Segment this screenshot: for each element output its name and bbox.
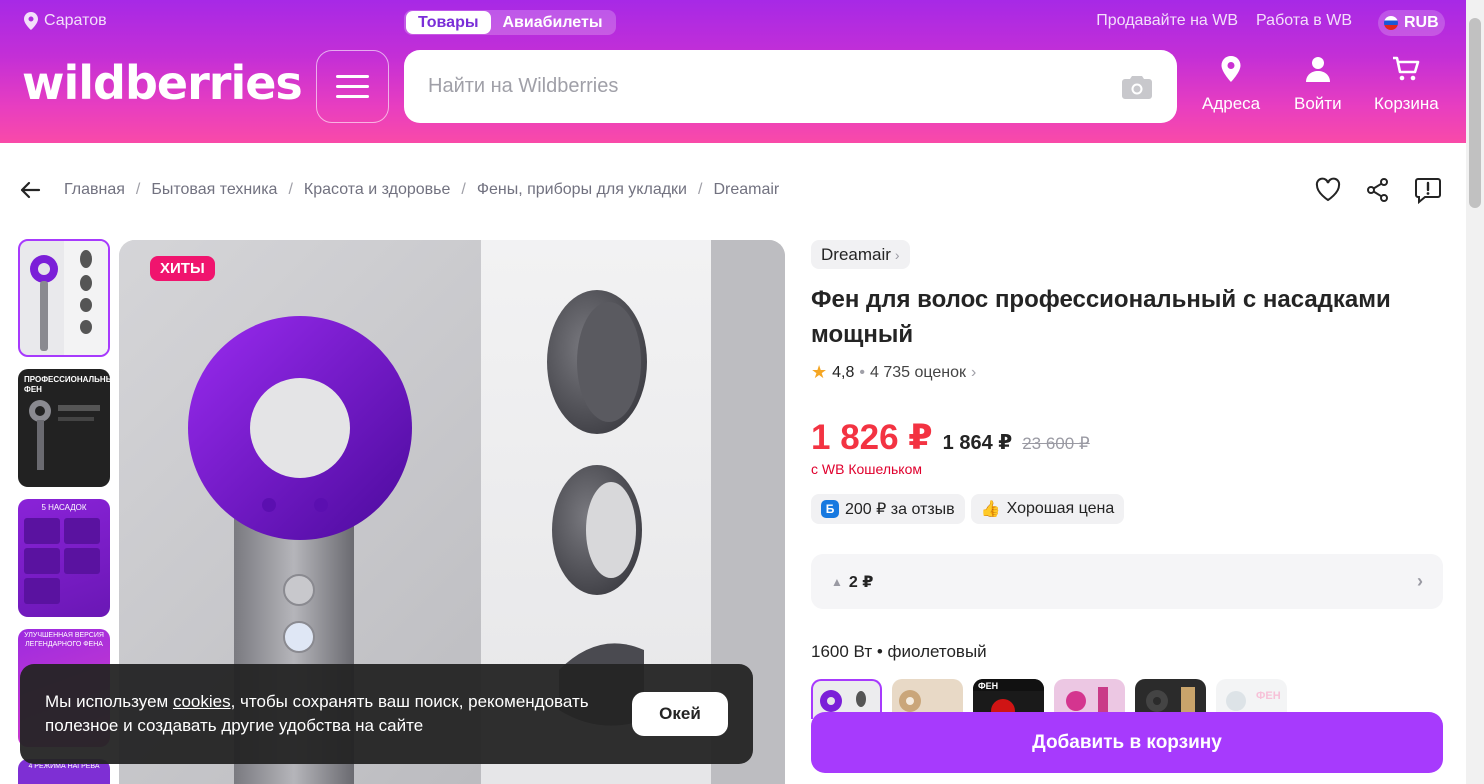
location-label: Саратов (44, 12, 107, 29)
thumb-caption: УЛУЧШЕННАЯ ВЕРСИЯ ЛЕГЕНДАРНОГО ФЕНА (24, 632, 104, 648)
breadcrumb-item[interactable]: Фены, приборы для укладки (477, 181, 687, 199)
search-bar (404, 50, 1177, 123)
gallery-thumbnail[interactable]: ПРОФЕССИОНАЛЬНЫЙ ФЕН (18, 369, 110, 487)
chevron-right-icon: › (894, 246, 900, 263)
cart-icon (1393, 56, 1420, 81)
brand-name: Dreamair (821, 244, 891, 264)
product-rating[interactable]: ★ 4,8 • 4 735 оценок › (811, 362, 976, 383)
add-to-cart-button[interactable]: Добавить в корзину (811, 712, 1443, 773)
hit-badge: ХИТЫ (150, 256, 215, 281)
gallery-thumbnail[interactable]: 5 НАСАДОК (18, 499, 110, 617)
product-chips: Б 200 ₽ за отзыв 👍 Хорошая цена (811, 494, 1125, 524)
review-bonus-text: 200 ₽ за отзыв (845, 501, 955, 518)
star-icon: ★ (811, 362, 828, 382)
breadcrumb-separator: / (135, 181, 141, 198)
menu-button[interactable] (316, 50, 389, 123)
breadcrumb: Главная / Бытовая техника / Красота и зд… (18, 178, 779, 202)
back-arrow-icon[interactable] (18, 178, 42, 202)
chevron-right-icon: › (1417, 571, 1423, 591)
cookies-link[interactable]: cookies (173, 692, 231, 711)
price-change: 2 ₽ (848, 573, 874, 591)
svg-text:ФЕН: ФЕН (1256, 690, 1281, 702)
wallet-price: 1 826 ₽ (811, 418, 933, 457)
cookie-banner: Мы используем cookies, чтобы сохранять в… (20, 664, 753, 764)
cart-label: Корзина (1374, 94, 1439, 113)
hair-dryer-thumb-image (29, 400, 100, 470)
variant-label: 1600 Вт • фиолетовый (811, 642, 987, 661)
breadcrumb-separator: / (288, 181, 293, 198)
rating-value: 4,8 (832, 363, 855, 381)
page-scrollbar[interactable] (1466, 0, 1484, 784)
thumb-caption: 5 НАСАДОК (41, 503, 87, 512)
report-icon[interactable] (1414, 176, 1442, 204)
breadcrumb-separator: / (698, 181, 703, 198)
breadcrumb-separator: / (461, 181, 466, 198)
camera-search-icon[interactable] (1121, 74, 1153, 100)
tab-goods[interactable]: Товары (406, 11, 491, 34)
product-title: Фен для волос профессиональный с насадка… (811, 286, 1391, 348)
burger-line (336, 85, 369, 88)
location-pin-icon (24, 12, 38, 30)
share-icon[interactable] (1364, 176, 1392, 204)
addresses-label: Адреса (1202, 94, 1261, 113)
thumb-up-icon: 👍 (980, 501, 1001, 518)
site-header: Саратов Товары Авиабилеты Продавайте на … (0, 0, 1466, 143)
breadcrumb-item[interactable]: Dreamair (713, 181, 779, 199)
cart-button[interactable]: Корзина (1374, 54, 1439, 114)
product-actions (1314, 176, 1442, 204)
cookie-text-before: Мы используем (45, 692, 173, 711)
sell-on-wb-link[interactable]: Продавайте на WB (1096, 12, 1238, 30)
dot-separator: • (859, 363, 865, 381)
price-history-box[interactable]: ▲ 2 ₽ › (811, 554, 1443, 609)
work-at-wb-link[interactable]: Работа в WB (1256, 12, 1352, 30)
login-label: Войти (1294, 94, 1342, 113)
triangle-up-icon: ▲ (831, 574, 843, 589)
wallet-note[interactable]: с WB Кошельком (811, 461, 922, 477)
thumb-caption: ПРОФЕССИОНАЛЬНЫЙ ФЕН (24, 375, 110, 394)
good-price-text: Хорошая цена (1006, 500, 1115, 517)
search-input[interactable] (428, 75, 1121, 98)
brand-link[interactable]: Dreamair › (811, 240, 910, 269)
breadcrumb-item[interactable]: Бытовая техника (151, 181, 277, 199)
review-bonus-chip[interactable]: Б 200 ₽ за отзыв (811, 494, 965, 524)
breadcrumb-item[interactable]: Красота и здоровье (304, 181, 450, 199)
heart-icon[interactable] (1314, 176, 1342, 204)
attachments-thumb-image (24, 518, 100, 604)
user-icon (1305, 57, 1330, 82)
location-pin-icon (1221, 56, 1241, 82)
gallery-thumbnail[interactable] (18, 239, 110, 357)
scrollbar-thumb[interactable] (1469, 18, 1481, 208)
breadcrumb-item[interactable]: Главная (64, 181, 125, 199)
cookie-accept-button[interactable]: Окей (632, 692, 728, 736)
russia-flag-icon (1384, 16, 1398, 30)
currency-label: RUB (1404, 14, 1439, 31)
regular-price: 1 864 ₽ (942, 432, 1013, 454)
old-price: 23 600 ₽ (1022, 434, 1090, 453)
reviews-count: 4 735 оценок (870, 363, 966, 381)
bonus-b-icon: Б (821, 500, 839, 518)
svg-text:ФЕН: ФЕН (978, 681, 998, 691)
cookie-text: Мы используем cookies, чтобы сохранять в… (45, 690, 625, 738)
service-tabs: Товары Авиабилеты (404, 10, 617, 35)
chevron-right-icon: › (971, 363, 977, 381)
addresses-button[interactable]: Адреса (1202, 54, 1260, 114)
currency-selector[interactable]: RUB (1378, 10, 1445, 36)
wildberries-logo[interactable]: wildberries (22, 56, 303, 110)
price-block: 1 826 ₽ 1 864 ₽ 23 600 ₽ (811, 418, 1090, 458)
tab-flights[interactable]: Авиабилеты (491, 11, 615, 34)
top-links: Продавайте на WB Работа в WB (1096, 12, 1352, 30)
location-selector[interactable]: Саратов (24, 12, 107, 30)
hair-dryer-thumb-image (30, 241, 108, 355)
burger-line (336, 75, 369, 78)
burger-line (336, 95, 369, 98)
good-price-chip[interactable]: 👍 Хорошая цена (970, 494, 1125, 524)
login-button[interactable]: Войти (1294, 54, 1342, 114)
